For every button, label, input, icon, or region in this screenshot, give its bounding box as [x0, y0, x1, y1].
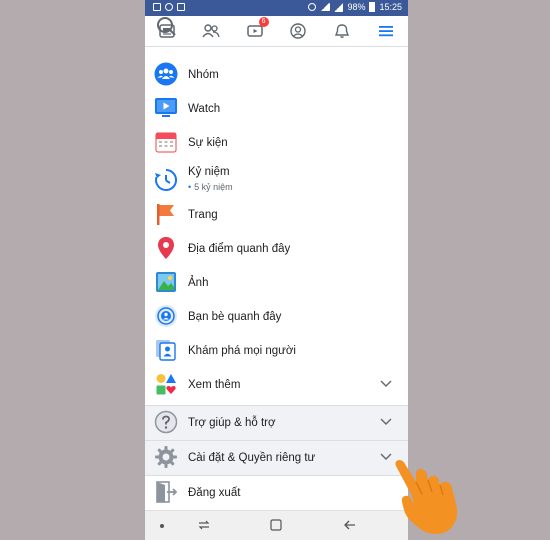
dot-indicator-icon[interactable] [159, 523, 165, 529]
gear-icon [155, 446, 177, 468]
nearby-friends-icon [155, 305, 177, 327]
see-more-shapes-icon [156, 374, 176, 395]
menu-item-label: Trợ giúp & hỗ trợ [188, 417, 276, 429]
menu-item-label: Cài đặt & Quyền riêng tư [188, 452, 316, 464]
menu-item-nearby-places[interactable]: Địa điểm quanh đây [145, 232, 408, 266]
watch-icon [155, 98, 177, 117]
photos-icon [156, 272, 176, 292]
pointing-hand-icon [395, 460, 458, 534]
menu-item-help-support[interactable]: Trợ giúp & hỗ trợ [145, 405, 408, 440]
menu-item-label: Trang [188, 209, 218, 221]
calendar-icon [155, 132, 177, 153]
flag-icon [157, 204, 174, 225]
android-nav-bar [145, 510, 408, 540]
menu-item-label: Kỷ niệm [188, 166, 230, 178]
menu-item-see-more[interactable]: Xem thêm [145, 368, 408, 402]
menu-item-label: Watch [188, 103, 221, 115]
memories-clock-icon [155, 168, 178, 191]
menu-item-label: Đăng xuất [188, 487, 241, 499]
menu-item-nearby-friends[interactable]: Bạn bè quanh đây [145, 300, 408, 334]
back-arrow-icon[interactable] [343, 519, 357, 531]
menu-item-label: Xem thêm [188, 379, 241, 391]
menu-item-label: Sự kiện [188, 137, 228, 149]
question-mark-icon [154, 410, 178, 434]
menu-item-memories[interactable]: Kỷ niệm • 5 kỷ niệm [145, 160, 408, 198]
menu-item-label: Địa điểm quanh đây [188, 243, 291, 255]
menu-item-groups[interactable]: Nhóm [145, 58, 408, 92]
groups-icon [154, 62, 178, 86]
menu-item-label: Nhóm [188, 69, 219, 81]
new-indicator-dot: • [188, 182, 192, 192]
search-icon [157, 17, 176, 36]
menu-item-logout[interactable]: Đăng xuất [145, 475, 408, 510]
menu-item-settings-privacy[interactable]: Cài đặt & Quyền riêng tư [145, 440, 408, 475]
menu-item-photos[interactable]: Ảnh [145, 266, 408, 300]
menu-item-label: Ảnh [188, 277, 209, 289]
menu-item-pages[interactable]: Trang [145, 198, 408, 232]
chevron-down-icon[interactable] [380, 418, 392, 426]
location-pin-icon [158, 237, 174, 259]
menu-item-watch[interactable]: Watch [145, 92, 408, 126]
recent-apps-icon[interactable] [197, 519, 211, 531]
logout-door-icon [156, 481, 178, 503]
chevron-down-icon[interactable] [380, 380, 392, 388]
menu-item-discover-people[interactable]: Khám phá mọi người [145, 334, 408, 368]
menu-item-partial [145, 10, 408, 44]
menu-item-label: Bạn bè quanh đây [188, 311, 282, 323]
home-icon[interactable] [270, 519, 282, 531]
discover-people-icon [156, 340, 176, 361]
menu-item-events[interactable]: Sự kiện [145, 126, 408, 160]
chevron-down-icon[interactable] [380, 453, 392, 461]
phone-screen: 98% 15:25 6 Nhóm Watch Sự kiện Kỷ niệm •… [145, 0, 408, 540]
menu-item-subtitle: • 5 kỷ niệm [188, 182, 233, 192]
memories-count: 5 kỷ niệm [194, 182, 233, 192]
menu-item-label: Khám phá mọi người [188, 345, 296, 357]
